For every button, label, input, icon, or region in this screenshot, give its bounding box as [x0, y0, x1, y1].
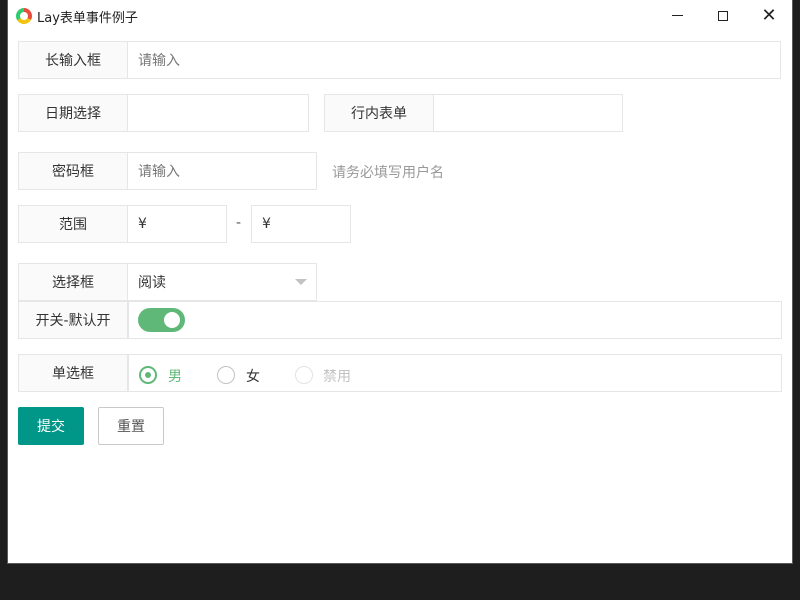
range-max-input[interactable]: ¥: [251, 205, 351, 243]
window-title: Lay表单事件例子: [37, 11, 138, 26]
reset-button[interactable]: 重置: [98, 407, 164, 445]
inline-form-input[interactable]: [433, 94, 623, 132]
long-input-field[interactable]: 请输入: [127, 41, 781, 79]
radio-disabled-label: 禁用: [323, 369, 351, 385]
long-input-label: 长输入框: [18, 41, 128, 79]
radio-label: 单选框: [18, 354, 128, 392]
radio-male[interactable]: [139, 366, 157, 384]
password-hint: 请务必填写用户名: [332, 165, 444, 181]
date-label: 日期选择: [18, 94, 128, 132]
select-value: 阅读: [138, 275, 166, 291]
password-placeholder: 请输入: [138, 164, 180, 180]
background-editor: [0, 0, 8, 600]
radio-female[interactable]: [217, 366, 235, 384]
minimize-button[interactable]: [654, 0, 700, 31]
submit-button[interactable]: 提交: [18, 407, 84, 445]
radio-disabled: [295, 366, 313, 384]
inline-form-label: 行内表单: [324, 94, 434, 132]
radio-female-label[interactable]: 女: [246, 366, 260, 386]
radio-male-label[interactable]: 男: [168, 366, 182, 386]
close-icon: ✕: [761, 4, 777, 26]
password-label: 密码框: [18, 152, 128, 190]
range-min-prefix: ¥: [138, 216, 147, 232]
long-input-placeholder: 请输入: [138, 53, 180, 69]
select-label: 选择框: [18, 263, 128, 301]
toggle-knob: [164, 312, 180, 328]
app-logo-icon: [16, 8, 32, 24]
switch-label: 开关-默认开: [18, 301, 128, 339]
background-editor-right: [792, 0, 800, 600]
close-button[interactable]: ✕: [746, 0, 792, 31]
title-bar: Lay表单事件例子 ✕: [8, 0, 792, 31]
background-editor-bottom: [0, 563, 800, 600]
range-max-prefix: ¥: [262, 216, 271, 232]
range-label: 范围: [18, 205, 128, 243]
date-input[interactable]: [127, 94, 309, 132]
chevron-down-icon[interactable]: [295, 279, 307, 285]
toggle-switch[interactable]: [138, 308, 185, 332]
range-separator: -: [236, 215, 242, 231]
minimize-icon: [671, 15, 683, 16]
range-min-input[interactable]: ¥: [127, 205, 227, 243]
maximize-icon: [718, 10, 728, 21]
select-dropdown[interactable]: 阅读: [127, 263, 317, 301]
password-input[interactable]: 请输入: [127, 152, 317, 190]
maximize-button[interactable]: [700, 0, 746, 31]
switch-row: [128, 301, 782, 339]
app-window: Lay表单事件例子 ✕ 长输入框 请输入 日期选择 行内表单 密码框 请输入 请…: [8, 0, 792, 563]
